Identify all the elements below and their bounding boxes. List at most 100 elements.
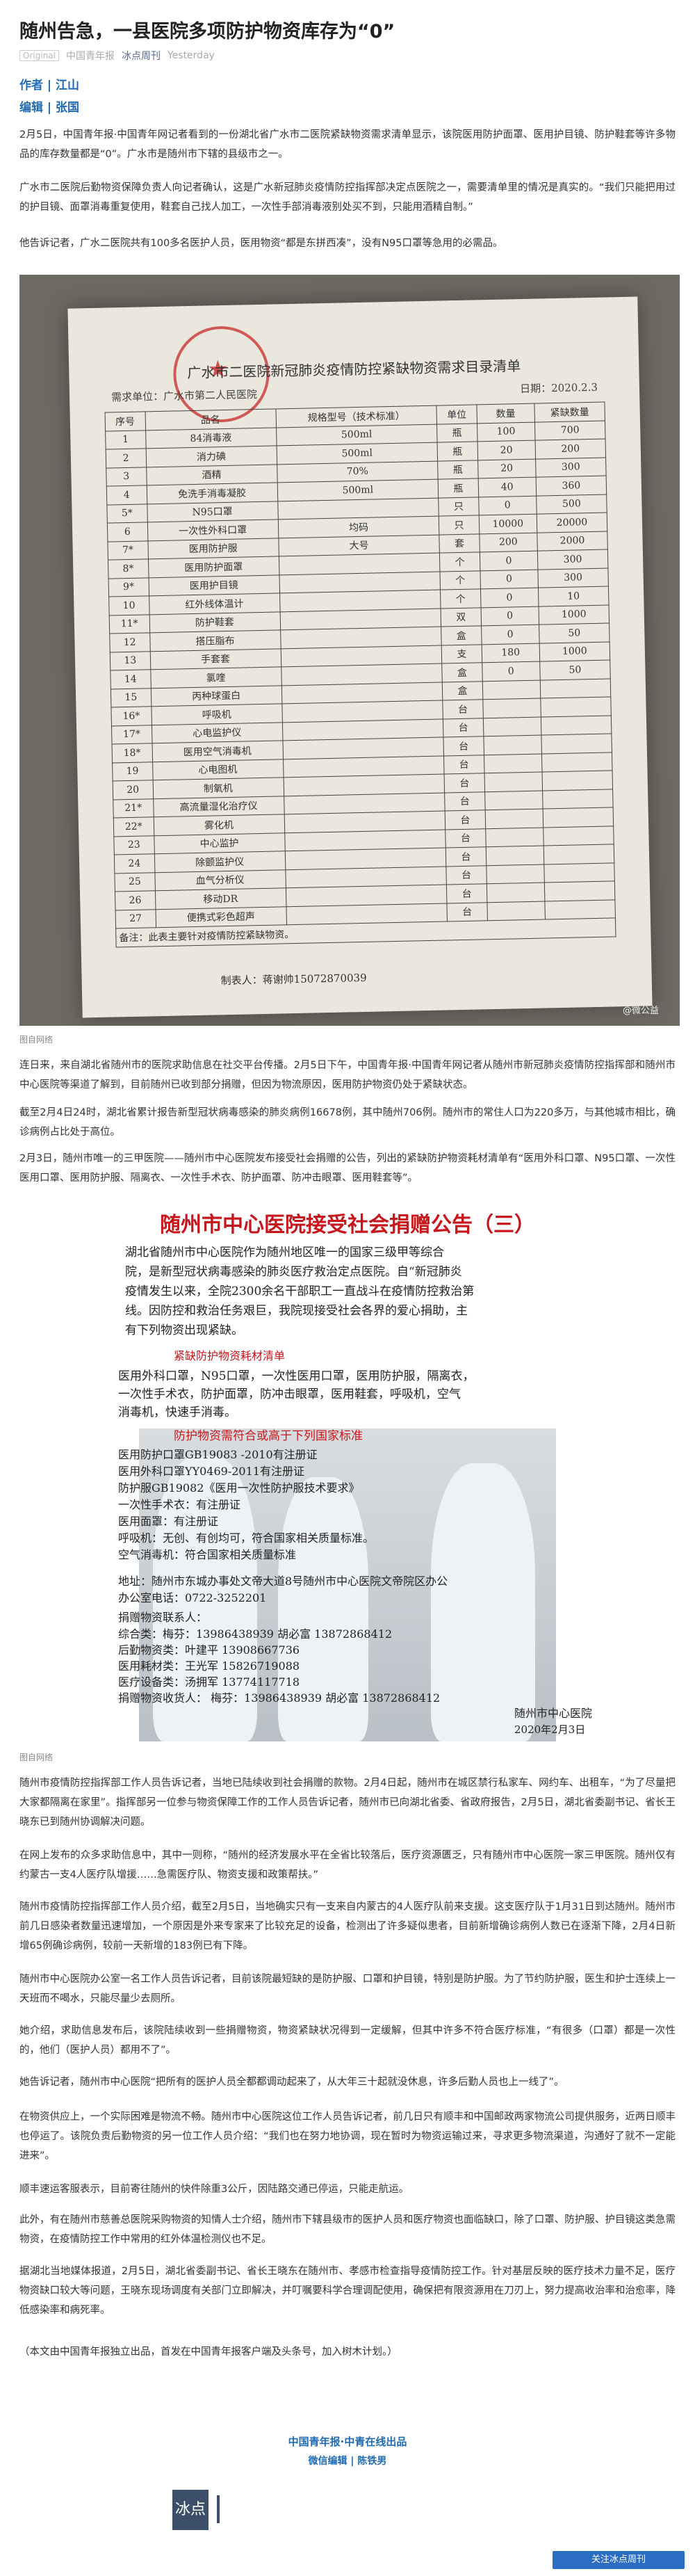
poster-line: 湖北省随州市中心医院作为随州地区唯一的国家三级甲等综合 [125, 1246, 444, 1259]
table-cell: 19 [112, 762, 153, 781]
paragraph: 据湖北当地媒体报道，2月5日，湖北省委副书记、省长王晓东在随州市、孝感市检查指导… [19, 2266, 676, 2316]
poster-line: 医疗设备类：汤拥军 13774117718 [118, 1675, 300, 1689]
paragraph: 2月3日，随州市唯一的三甲医院——随州市中心医院发布接受社会捐赠的公告，列出的紧… [19, 1153, 676, 1184]
account-name-primary: 中国青年报 [65, 51, 115, 62]
poster-line: 医用耗材类：王光军 15826719088 [118, 1659, 300, 1673]
footer-producer: 中国青年报·中青在线出品 [288, 2436, 407, 2448]
table-cell [483, 735, 542, 755]
table-cell [484, 790, 543, 810]
table-cell [541, 715, 612, 736]
table-cell: 84消毒液 [145, 427, 277, 449]
table-header-cell: 单位 [436, 404, 477, 424]
table-cell: 一次性外科口罩 [147, 519, 279, 541]
poster-line: 疫情发生以来，全院2300余名干部职工一直战斗在疫情防控救治第 [125, 1285, 475, 1298]
supply-list-photo: 广水市二医院新冠肺炎疫情防控紧缺物资需求目录清单 需求单位：广水市第二人民医院 … [19, 275, 680, 1026]
list-unit: 需求单位：广水市第二人民医院 [111, 388, 258, 404]
table-cell: 9* [108, 577, 149, 597]
table-cell: 18* [112, 743, 153, 763]
table-cell [540, 678, 611, 699]
table-cell: 26 [115, 890, 156, 910]
table-cell: 0 [480, 551, 538, 571]
poster-line: 办公室电话：0722-3252201 [118, 1591, 267, 1604]
table-cell [484, 772, 543, 792]
table-cell: 13 [110, 651, 151, 671]
paragraph: 2月5日，中国青年报·中国青年网记者看到的一份湖北省广水市二医院紧缺物资需求清单… [19, 129, 676, 160]
table-cell: 0 [478, 495, 537, 515]
follow-button[interactable]: 关注冰点周刊 [553, 2551, 685, 2569]
table-cell: 台 [445, 810, 486, 830]
poster-date: 2020年2月3日 [514, 1723, 586, 1736]
article-title: 随州告急，一县医院多项防护物资库存为“0” [19, 21, 395, 42]
table-cell [486, 864, 545, 884]
poster-line: 医用外科口罩YY0469-2011有注册证 [118, 1465, 304, 1478]
table-cell: 300 [537, 549, 608, 570]
editor-line: 编辑 | 张国 [19, 101, 80, 115]
table-cell: 50 [539, 622, 610, 643]
paragraph: 广水市二医院后勤物资保障负责人向记者确认，这是广水新冠肺炎疫情防控指挥部决定点医… [19, 182, 676, 213]
table-cell: 个 [440, 588, 481, 609]
table-cell: 台 [445, 828, 486, 848]
table-cell: 便携式彩色超声 [155, 906, 287, 928]
table-cell [541, 770, 613, 791]
poster-line: 地址：随州市东城办事处文帝大道8号随州市中心医院文帝院区办公 [118, 1575, 448, 1588]
table-cell: 5* [106, 504, 147, 524]
poster-line: 空气消毒机：符合国家相关质量标准 [118, 1548, 297, 1561]
table-cell: 瓶 [438, 478, 479, 498]
table-cell: 0 [481, 625, 540, 645]
poster-line: 一次性手术衣，防护面罩，防冲击眼罩，医用鞋套，呼吸机，空气 [118, 1387, 461, 1401]
table-cell: 除颤监护仪 [154, 851, 286, 873]
table-cell: 台 [444, 791, 485, 811]
paragraph: 顺丰速运客服表示，目前寄往随州的快件除重3公斤，因陆路交通已停运，只能走航运。 [19, 2184, 409, 2195]
poster-line: 综合类：梅芬：13986438939 胡必富 13872868412 [118, 1627, 393, 1641]
table-cell: 10000 [478, 514, 537, 534]
paragraph: 截至2月4日24时，湖北省累计报告新型冠状病毒感染的肺炎病例16678例，其中随… [19, 1107, 676, 1138]
poster-line: 后勤物资类：叶建平 13908667736 [118, 1643, 300, 1657]
table-cell: 15 [111, 688, 152, 708]
table-cell: 台 [443, 755, 484, 774]
paragraph: 随州市疫情防控指挥部工作人员介绍，截至2月5日，当地确实只有一支来自内蒙古的4人… [19, 1901, 676, 1951]
table-cell: 台 [447, 902, 488, 921]
list-preparer: 制表人：蒋谢帅15072870039 [220, 971, 367, 988]
table-cell: 7* [107, 540, 148, 561]
table-cell: N95口罩 [147, 501, 278, 522]
table-cell: 8* [108, 558, 149, 579]
table-cell: 搭压脂布 [149, 629, 281, 652]
table-cell: 21* [113, 798, 154, 818]
table-cell [542, 789, 614, 810]
photo-watermark: @微公益 [622, 1006, 659, 1016]
account-link[interactable]: 冰点周刊 [122, 49, 161, 63]
table-cell [540, 696, 612, 717]
table-cell [541, 752, 612, 773]
supply-table: 序号 品名 规格型号（技术标准） 单位 数量 紧缺数量 1 84消毒液 500ml 瓶 100 70… [105, 402, 616, 947]
poster-line: 捐赠物资收货人： 梅芬：13986438939 胡必富 13872868412 [118, 1691, 441, 1705]
table-cell: 0 [482, 661, 541, 682]
table-cell [541, 733, 612, 754]
poster-signature: 随州市中心医院 [514, 1707, 593, 1720]
table-cell: 手套套 [149, 648, 281, 670]
poster-line: 医用防护口罩GB19083 -2010有注册证 [118, 1448, 318, 1461]
table-cell: 2 [106, 448, 147, 468]
table-cell: 医用防护服 [147, 538, 279, 559]
table-cell: 3 [106, 467, 147, 487]
table-cell: 套 [439, 533, 480, 554]
table-cell [482, 698, 541, 718]
poster-line: 医用面罩：有注册证 [118, 1515, 219, 1528]
table-cell: 700 [534, 420, 606, 441]
table-cell: 移动DR [154, 887, 286, 910]
table-cell: 台 [445, 846, 486, 867]
poster-contacts-heading: 捐赠物资联系人： [118, 1611, 208, 1624]
table-header-cell: 紧缺数量 [534, 402, 605, 422]
table-header-cell: 序号 [105, 411, 146, 431]
paragraph: 随州市疫情防控指挥部工作人员告诉记者，当地已陆续收到社会捐赠的款物。2月4日起，… [19, 1778, 676, 1828]
table-cell: 200 [534, 439, 606, 459]
list-date: 日期：2020.2.3 [519, 380, 598, 396]
table-cell: 24 [114, 853, 155, 874]
poster-line: 呼吸机：无创、有创均可，符合国家相关质量标准。 [118, 1531, 375, 1545]
table-cell: 23 [113, 835, 154, 855]
table-cell [483, 716, 541, 736]
table-cell [486, 901, 546, 921]
poster-line: 医用外科口罩，N95口罩，一次性医用口罩，医用防护服，隔离衣， [118, 1369, 475, 1383]
table-cell: 1 [105, 430, 146, 450]
table-cell: 支 [441, 644, 482, 664]
table-cell: 双 [441, 607, 482, 627]
